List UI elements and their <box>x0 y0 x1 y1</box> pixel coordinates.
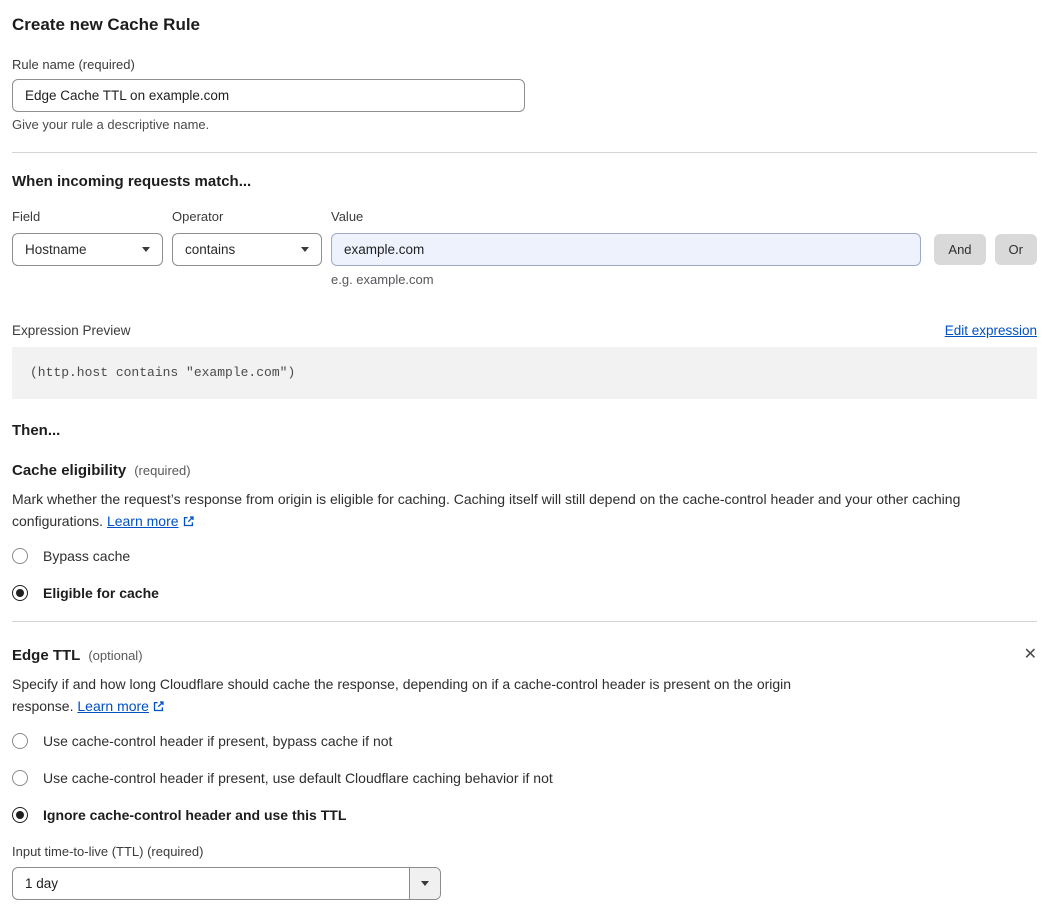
ttl-select-dropdown-button[interactable] <box>409 868 440 899</box>
edge-ttl-heading: Edge TTL <box>12 647 81 664</box>
expression-preview-label: Expression Preview <box>12 323 131 338</box>
section-divider <box>12 621 1037 622</box>
create-cache-rule-form: Create new Cache Rule Rule name (require… <box>0 0 1058 910</box>
external-link-icon <box>153 700 164 711</box>
rule-name-input[interactable] <box>12 79 525 112</box>
radio-unselected-icon[interactable] <box>12 733 28 749</box>
operator-column-label: Operator <box>172 209 224 224</box>
rule-name-label: Rule name (required) <box>12 57 135 72</box>
ttl-select[interactable]: 1 day <box>12 867 441 900</box>
radio-unselected-icon[interactable] <box>12 548 28 564</box>
close-icon[interactable]: ✕ <box>1024 646 1037 662</box>
field-select-value: Hostname <box>25 242 87 257</box>
field-select[interactable]: Hostname <box>12 233 163 266</box>
cache-eligibility-learn-more-link[interactable]: Learn more <box>107 513 195 529</box>
ttl-option-default-if-absent[interactable]: Use cache-control header if present, use… <box>12 769 1037 787</box>
cache-eligibility-heading-row: Cache eligibility (required) <box>12 461 1037 480</box>
then-heading: Then... <box>12 422 61 439</box>
cache-eligibility-description: Mark whether the request’s response from… <box>12 491 961 529</box>
expression-preview-row: Expression Preview Edit expression <box>12 323 1037 338</box>
radio-unselected-icon[interactable] <box>12 770 28 786</box>
expression-preview-code: (http.host contains "example.com") <box>12 347 1037 399</box>
value-input[interactable] <box>331 233 922 266</box>
bypass-cache-option[interactable]: Bypass cache <box>12 547 1037 565</box>
match-section-heading: When incoming requests match... <box>12 173 252 190</box>
section-divider <box>12 152 1037 153</box>
ttl-select-value: 1 day <box>25 876 59 891</box>
value-helper: e.g. example.com <box>331 272 434 287</box>
match-controls-row: Hostname contains And Or <box>12 233 1037 266</box>
cache-eligibility-qualifier: (required) <box>134 463 191 478</box>
edge-ttl-qualifier: (optional) <box>88 648 143 663</box>
radio-selected-icon[interactable] <box>12 585 28 601</box>
edit-expression-link[interactable]: Edit expression <box>945 323 1037 338</box>
edge-ttl-learn-more-link[interactable]: Learn more <box>77 698 165 714</box>
chevron-down-icon <box>142 247 150 252</box>
chevron-down-icon <box>301 247 309 252</box>
chevron-down-icon <box>421 881 429 886</box>
ttl-option-ignore-header[interactable]: Ignore cache-control header and use this… <box>12 806 1037 824</box>
operator-select[interactable]: contains <box>172 233 322 266</box>
field-column-label: Field <box>12 209 41 224</box>
cache-eligibility-heading: Cache eligibility <box>12 462 127 479</box>
external-link-icon <box>183 515 194 526</box>
rule-name-helper: Give your rule a descriptive name. <box>12 117 210 132</box>
match-column-labels: Field Operator Value <box>12 208 1037 225</box>
radio-selected-icon[interactable] <box>12 807 28 823</box>
eligible-for-cache-option[interactable]: Eligible for cache <box>12 584 1037 602</box>
and-button[interactable]: And <box>934 234 986 265</box>
operator-select-value: contains <box>185 242 236 257</box>
page-title: Create new Cache Rule <box>12 15 201 34</box>
ttl-option-bypass-if-absent[interactable]: Use cache-control header if present, byp… <box>12 732 1037 750</box>
value-column-label: Value <box>331 209 364 224</box>
edge-ttl-heading-row: Edge TTL (optional) ✕ <box>12 646 1037 665</box>
edge-ttl-description: Specify if and how long Cloudflare shoul… <box>12 676 792 714</box>
expression-text: (http.host contains "example.com") <box>30 365 296 380</box>
ttl-input-label: Input time-to-live (TTL) (required) <box>12 844 204 859</box>
or-button[interactable]: Or <box>994 234 1037 265</box>
